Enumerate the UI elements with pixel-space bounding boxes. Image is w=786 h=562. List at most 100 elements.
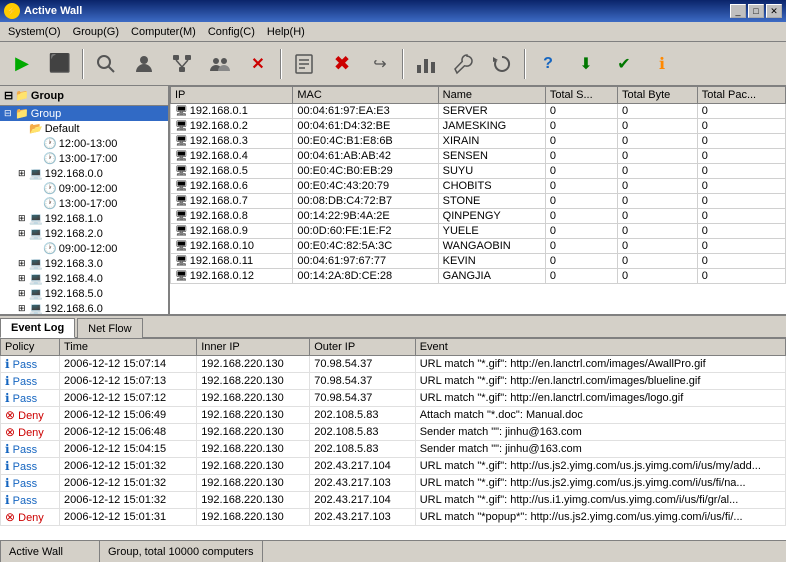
tree-expand-icon[interactable]: ⊞: [18, 288, 28, 299]
tools-button[interactable]: [446, 46, 482, 82]
log-cell-outer: 202.43.217.104: [310, 458, 415, 475]
network-button[interactable]: [164, 46, 200, 82]
tree-item[interactable]: ⊞💻192.168.4.0: [0, 271, 168, 286]
info-button[interactable]: ℹ: [644, 46, 680, 82]
log-cell-inner: 192.168.220.130: [197, 356, 310, 373]
log-row[interactable]: ℹ Pass 2006-12-12 15:04:15 192.168.220.1…: [1, 441, 786, 458]
table-row[interactable]: 🖥192.168.0.9 00:0D:60:FE:1E:F2 YUELE 0 0…: [171, 224, 786, 239]
cell-ts: 0: [545, 254, 617, 269]
tree-node-icon: 💻: [29, 272, 43, 285]
tree-expand-icon[interactable]: ⊞: [18, 303, 28, 314]
tree-item-label: 192.168.3.0: [45, 258, 103, 270]
log-cell-time: 2006-12-12 15:07:12: [60, 390, 197, 407]
tree-expand-icon[interactable]: ⊞: [18, 168, 28, 179]
delete-button[interactable]: ✕: [240, 46, 276, 82]
tree-item[interactable]: ⊞💻192.168.6.0: [0, 301, 168, 314]
table-row[interactable]: 🖥192.168.0.7 00:08:DB:C4:72:B7 STONE 0 0…: [171, 194, 786, 209]
tree-item[interactable]: ⊞💻192.168.5.0: [0, 286, 168, 301]
tree-expand-icon[interactable]: ⊞: [18, 258, 28, 269]
policy-button[interactable]: [286, 46, 322, 82]
table-row[interactable]: 🖥192.168.0.3 00:E0:4C:B1:E8:6B XIRAIN 0 …: [171, 134, 786, 149]
log-row[interactable]: ℹ Pass 2006-12-12 15:07:13 192.168.220.1…: [1, 373, 786, 390]
tree-item[interactable]: ⊞💻192.168.1.0: [0, 211, 168, 226]
log-cell-event: URL match "*.gif": http://en.lanctrl.com…: [415, 356, 785, 373]
chart-button[interactable]: [408, 46, 444, 82]
tree-expand-icon[interactable]: ⊞: [18, 213, 28, 224]
maximize-button[interactable]: □: [748, 4, 764, 18]
tree-item[interactable]: ⊞💻192.168.2.0: [0, 226, 168, 241]
cell-ip: 🖥192.168.0.2: [171, 119, 293, 134]
download-button[interactable]: ⬇: [568, 46, 604, 82]
tab-event-log[interactable]: Event Log: [0, 318, 75, 338]
menu-config[interactable]: Config(C): [202, 24, 261, 40]
minimize-button[interactable]: _: [730, 4, 746, 18]
cell-name: XIRAIN: [438, 134, 545, 149]
stop-button[interactable]: ⬛: [42, 46, 78, 82]
tree-item[interactable]: 🕐13:00-17:00: [0, 196, 168, 211]
log-row[interactable]: ⊗ Deny 2006-12-12 15:01:31 192.168.220.1…: [1, 509, 786, 526]
log-row[interactable]: ℹ Pass 2006-12-12 15:01:32 192.168.220.1…: [1, 458, 786, 475]
tree-item[interactable]: ⊟📁Group: [0, 106, 168, 121]
log-scroll[interactable]: Policy Time Inner IP Outer IP Event ℹ Pa…: [0, 338, 786, 540]
grid-scroll[interactable]: IP MAC Name Total S... Total Byte Total …: [170, 86, 786, 314]
tree-item[interactable]: 🕐13:00-17:00: [0, 151, 168, 166]
log-cell-inner: 192.168.220.130: [197, 407, 310, 424]
log-cell-outer: 202.108.5.83: [310, 424, 415, 441]
cell-ts: 0: [545, 164, 617, 179]
cell-tb: 0: [617, 119, 697, 134]
block-button[interactable]: ✖: [324, 46, 360, 82]
tree-item[interactable]: 📂Default: [0, 121, 168, 136]
cell-name: YUELE: [438, 224, 545, 239]
log-row[interactable]: ℹ Pass 2006-12-12 15:01:32 192.168.220.1…: [1, 492, 786, 509]
tree-collapse-icon[interactable]: ⊟: [4, 89, 13, 102]
log-cell-outer: 202.43.217.104: [310, 492, 415, 509]
menu-system[interactable]: System(O): [2, 24, 67, 40]
cell-mac: 00:14:22:9B:4A:2E: [293, 209, 438, 224]
help-button[interactable]: ?: [530, 46, 566, 82]
table-row[interactable]: 🖥192.168.0.1 00:04:61:97:EA:E3 SERVER 0 …: [171, 104, 786, 119]
menu-group[interactable]: Group(G): [67, 24, 125, 40]
start-button[interactable]: ▶: [4, 46, 40, 82]
log-row[interactable]: ⊗ Deny 2006-12-12 15:06:48 192.168.220.1…: [1, 424, 786, 441]
table-row[interactable]: 🖥192.168.0.10 00:E0:4C:82:5A:3C WANGAOBI…: [171, 239, 786, 254]
redirect-button[interactable]: ↪: [362, 46, 398, 82]
table-row[interactable]: 🖥192.168.0.4 00:04:61:AB:AB:42 SENSEN 0 …: [171, 149, 786, 164]
menu-computer[interactable]: Computer(M): [125, 24, 202, 40]
title-bar-left: ⚡ Active Wall: [4, 3, 82, 19]
tree-item[interactable]: 🕐09:00-12:00: [0, 241, 168, 256]
log-row[interactable]: ⊗ Deny 2006-12-12 15:06:49 192.168.220.1…: [1, 407, 786, 424]
tree-item[interactable]: ⊞💻192.168.0.0: [0, 166, 168, 181]
status-bar: Active Wall Group, total 10000 computers: [0, 540, 786, 562]
table-row[interactable]: 🖥192.168.0.6 00:E0:4C:43:20:79 CHOBITS 0…: [171, 179, 786, 194]
table-row[interactable]: 🖥192.168.0.11 00:04:61:97:67:77 KEVIN 0 …: [171, 254, 786, 269]
close-button[interactable]: ✕: [766, 4, 782, 18]
table-row[interactable]: 🖥192.168.0.2 00:04:61:D4:32:BE JAMESKING…: [171, 119, 786, 134]
title-bar-controls: _ □ ✕: [730, 4, 782, 18]
cell-mac: 00:04:61:D4:32:BE: [293, 119, 438, 134]
cell-name: CHOBITS: [438, 179, 545, 194]
tree-item[interactable]: 🕐09:00-12:00: [0, 181, 168, 196]
cell-tb: 0: [617, 254, 697, 269]
tree-expand-icon[interactable]: ⊞: [18, 228, 28, 239]
tree-item[interactable]: ⊞💻192.168.3.0: [0, 256, 168, 271]
log-cell-time: 2006-12-12 15:01:32: [60, 475, 197, 492]
find-button[interactable]: [88, 46, 124, 82]
approve-button[interactable]: ✔: [606, 46, 642, 82]
group-button[interactable]: [202, 46, 238, 82]
refresh-button[interactable]: [484, 46, 520, 82]
log-row[interactable]: ℹ Pass 2006-12-12 15:01:32 192.168.220.1…: [1, 475, 786, 492]
log-cell-outer: 70.98.54.37: [310, 356, 415, 373]
table-row[interactable]: 🖥192.168.0.5 00:E0:4C:B0:EB:29 SUYU 0 0 …: [171, 164, 786, 179]
table-row[interactable]: 🖥192.168.0.8 00:14:22:9B:4A:2E QINPENGY …: [171, 209, 786, 224]
table-row[interactable]: 🖥192.168.0.12 00:14:2A:8D:CE:28 GANGJIA …: [171, 269, 786, 284]
tree-expand-icon[interactable]: ⊟: [4, 108, 14, 119]
menu-help[interactable]: Help(H): [261, 24, 311, 40]
log-cell-outer: 70.98.54.37: [310, 373, 415, 390]
tree-item[interactable]: 🕐12:00-13:00: [0, 136, 168, 151]
log-row[interactable]: ℹ Pass 2006-12-12 15:07:14 192.168.220.1…: [1, 356, 786, 373]
tab-net-flow[interactable]: Net Flow: [77, 318, 142, 338]
tree-expand-icon[interactable]: ⊞: [18, 273, 28, 284]
cell-tp: 0: [697, 164, 785, 179]
log-row[interactable]: ℹ Pass 2006-12-12 15:07:12 192.168.220.1…: [1, 390, 786, 407]
user-button[interactable]: [126, 46, 162, 82]
